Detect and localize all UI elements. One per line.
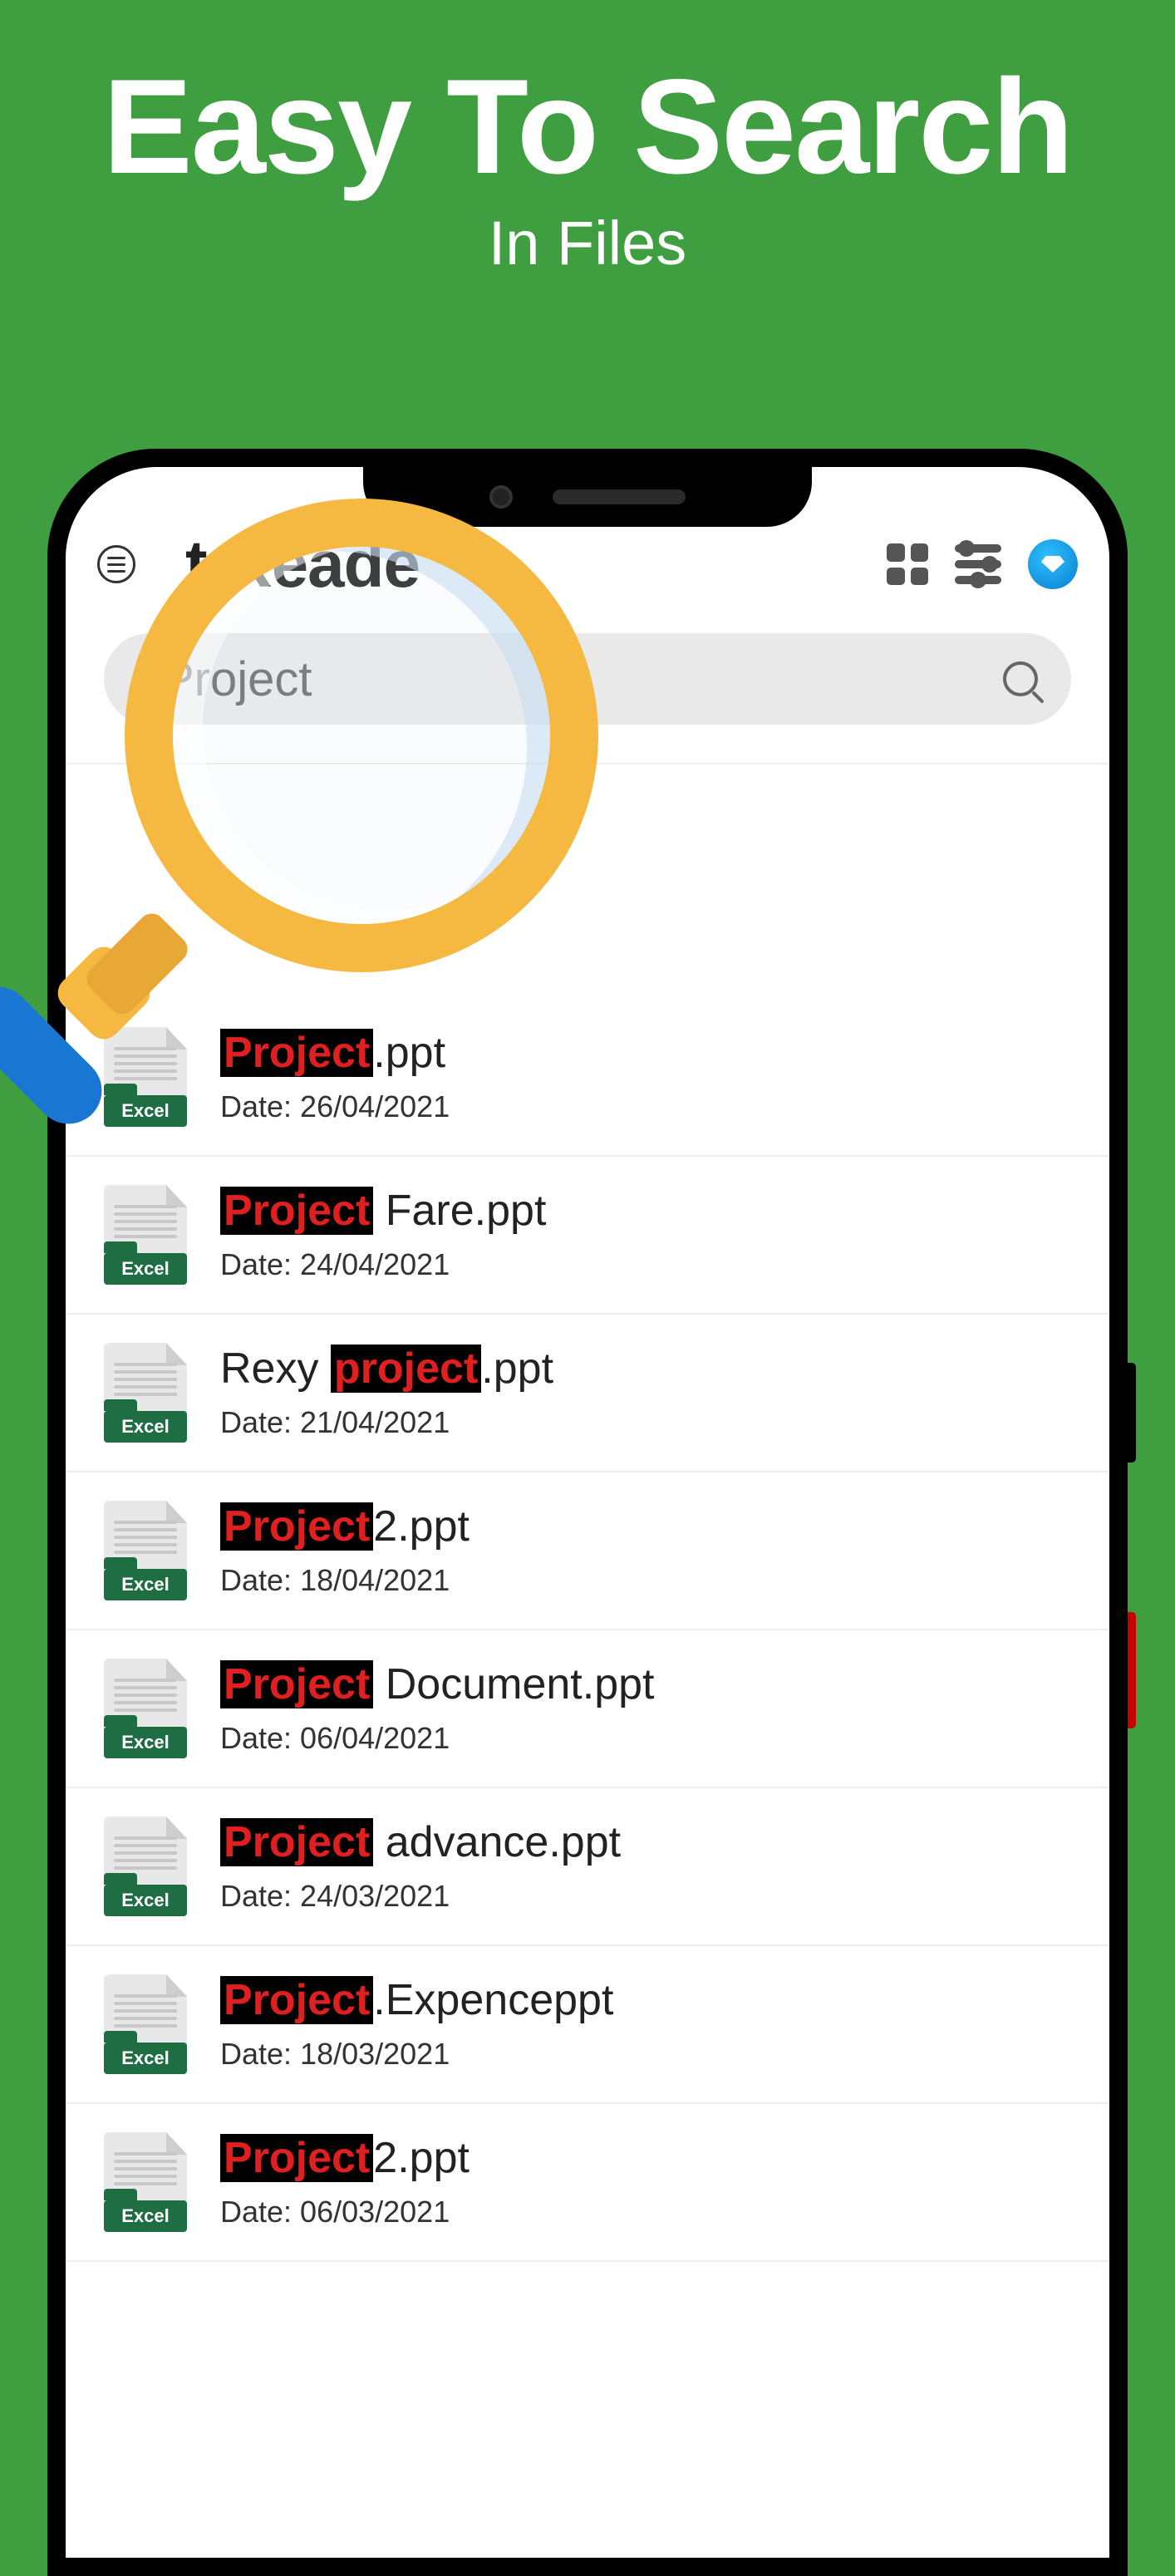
file-info: Project2.ppt Date: 06/03/2021 [220, 2135, 1071, 2229]
file-info: Project.ppt Date: 26/04/2021 [220, 1030, 1071, 1123]
hero-banner: Easy To Search In Files [0, 0, 1175, 278]
file-date: Date: 24/04/2021 [220, 1247, 1071, 1282]
file-row[interactable]: Excel Project2.ppt Date: 06/03/2021 [66, 2104, 1109, 2262]
file-type-icon: Excel [104, 1501, 187, 1600]
file-info: Rexy project.ppt Date: 21/04/2021 [220, 1345, 1071, 1439]
menu-button[interactable] [97, 545, 135, 583]
file-info: Project.Expenceppt Date: 18/03/2021 [220, 1977, 1071, 2071]
screen: t Reade Project Excel Project.ppt [66, 467, 1109, 2558]
file-badge: Excel [104, 2043, 187, 2074]
divider [66, 763, 1109, 764]
app-title: t Reade [185, 526, 420, 602]
file-badge: Excel [104, 1411, 187, 1443]
search-highlight: Project [220, 1818, 373, 1866]
file-info: Project Document.ppt Date: 06/04/2021 [220, 1661, 1071, 1755]
file-type-icon: Excel [104, 1343, 187, 1443]
file-name: Project.Expenceppt [220, 1977, 1071, 2024]
file-type-icon: Excel [104, 1185, 187, 1285]
search-highlight: Project [220, 1660, 373, 1708]
file-name: Project advance.ppt [220, 1819, 1071, 1866]
search-highlight: Project [220, 1029, 373, 1077]
file-name: Project.ppt [220, 1030, 1071, 1077]
file-name: Project Fare.ppt [220, 1187, 1071, 1235]
file-type-icon: Excel [104, 1659, 187, 1758]
file-badge: Excel [104, 1885, 187, 1916]
file-row[interactable]: Excel Project Fare.ppt Date: 24/04/2021 [66, 1157, 1109, 1315]
file-badge: Excel [104, 2200, 187, 2232]
file-date: Date: 26/04/2021 [220, 1089, 1071, 1124]
diamond-icon [1041, 556, 1064, 573]
camera-icon [489, 485, 513, 509]
phone-side-button [1128, 1363, 1136, 1463]
file-type-icon: Excel [104, 1974, 187, 2074]
phone-frame: t Reade Project Excel Project.ppt [47, 449, 1128, 2576]
search-highlight: Project [220, 1976, 373, 2024]
file-name: Project2.ppt [220, 1503, 1071, 1551]
phone-notch [363, 467, 812, 527]
file-row[interactable]: Excel Project.ppt Date: 26/04/2021 [66, 999, 1109, 1157]
file-type-icon: Excel [104, 1027, 187, 1127]
file-date: Date: 18/03/2021 [220, 2037, 1071, 2072]
file-row[interactable]: Excel Project.Expenceppt Date: 18/03/2021 [66, 1946, 1109, 2104]
file-badge: Excel [104, 1095, 187, 1127]
file-name: Rexy project.ppt [220, 1345, 1071, 1393]
file-list[interactable]: Excel Project.ppt Date: 26/04/2021 Excel Pr… [66, 999, 1109, 2558]
file-row[interactable]: Excel Project advance.ppt Date: 24/03/2021 [66, 1788, 1109, 1946]
file-badge: Excel [104, 1253, 187, 1285]
search-highlight: Project [220, 1187, 373, 1235]
speaker-icon [553, 489, 686, 504]
file-date: Date: 06/03/2021 [220, 2195, 1071, 2229]
file-name: Project Document.ppt [220, 1661, 1071, 1708]
search-highlight: project [331, 1345, 481, 1393]
file-date: Date: 06/04/2021 [220, 1721, 1071, 1756]
file-info: Project advance.ppt Date: 24/03/2021 [220, 1819, 1071, 1913]
file-row[interactable]: Excel Project Document.ppt Date: 06/04/202… [66, 1630, 1109, 1788]
hero-title: Easy To Search [0, 50, 1175, 204]
search-query-text: Project [162, 651, 312, 707]
grid-view-button[interactable] [887, 543, 928, 585]
file-type-icon: Excel [104, 2132, 187, 2232]
premium-badge-button[interactable] [1028, 539, 1078, 589]
filter-button[interactable] [955, 544, 1001, 584]
phone-side-button [1128, 1612, 1136, 1728]
file-date: Date: 21/04/2021 [220, 1405, 1071, 1440]
hero-subtitle: In Files [0, 208, 1175, 278]
file-type-icon: Excel [104, 1816, 187, 1916]
search-input[interactable]: Project [104, 633, 1071, 725]
file-info: Project2.ppt Date: 18/04/2021 [220, 1503, 1071, 1597]
file-row[interactable]: Excel Project2.ppt Date: 18/04/2021 [66, 1472, 1109, 1630]
file-info: Project Fare.ppt Date: 24/04/2021 [220, 1187, 1071, 1281]
search-highlight: Project [220, 1502, 373, 1551]
file-date: Date: 18/04/2021 [220, 1563, 1071, 1598]
search-icon[interactable] [1003, 661, 1038, 696]
file-badge: Excel [104, 1727, 187, 1758]
search-highlight: Project [220, 2134, 373, 2182]
file-name: Project2.ppt [220, 2135, 1071, 2182]
file-row[interactable]: Excel Rexy project.ppt Date: 21/04/2021 [66, 1315, 1109, 1472]
file-badge: Excel [104, 1569, 187, 1600]
file-date: Date: 24/03/2021 [220, 1879, 1071, 1914]
